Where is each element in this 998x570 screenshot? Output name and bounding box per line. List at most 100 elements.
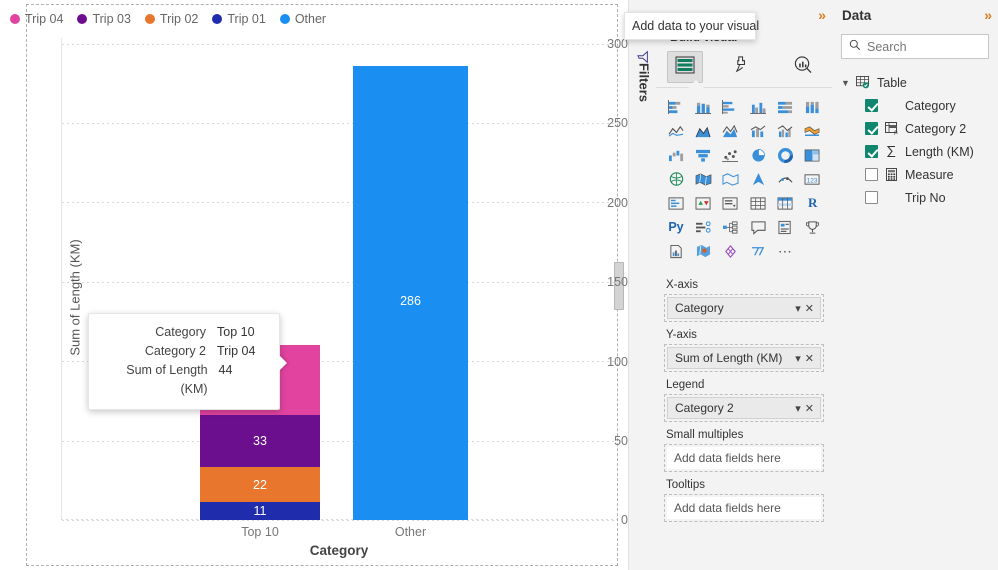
x-axis-line bbox=[61, 519, 617, 520]
azure-map-icon[interactable] bbox=[719, 168, 743, 190]
field-checkbox[interactable] bbox=[865, 122, 878, 135]
bar-segment-trip01[interactable]: 11 bbox=[200, 502, 320, 520]
line-clustered-column-icon[interactable] bbox=[773, 120, 797, 142]
pie-chart-icon[interactable] bbox=[746, 144, 770, 166]
well-label-tooltips: Tooltips bbox=[666, 479, 705, 491]
x-axis-tick-top-10: Top 10 bbox=[241, 525, 279, 539]
bar-segment-other[interactable]: 286 bbox=[353, 66, 468, 520]
paginated-report-icon[interactable] bbox=[664, 240, 688, 262]
stacked-column-chart-icon[interactable] bbox=[691, 96, 715, 118]
field-row-length-km[interactable]: Length (KM) bbox=[841, 140, 998, 163]
field-row-measure[interactable]: Measure bbox=[841, 163, 998, 186]
line-chart-icon[interactable] bbox=[664, 120, 688, 142]
fields-tree: ▼ Table Category fx Category 2 Length (K… bbox=[832, 71, 998, 209]
filters-pane-label: Filters bbox=[636, 62, 652, 102]
card-icon[interactable]: 123 bbox=[801, 168, 825, 190]
arcgis-icon[interactable] bbox=[746, 240, 770, 262]
tab-build-visual[interactable] bbox=[667, 51, 704, 83]
donut-chart-icon[interactable] bbox=[773, 144, 797, 166]
field-chip-label: Category 2 bbox=[675, 401, 734, 415]
well-y-axis[interactable]: Sum of Length (KM) ▾ ✕ bbox=[664, 344, 824, 372]
line-stacked-column-icon[interactable] bbox=[746, 120, 770, 142]
well-x-axis[interactable]: Category ▾ ✕ bbox=[664, 294, 824, 322]
r-script-visual-icon[interactable]: R bbox=[801, 192, 825, 214]
bar-value-label: 11 bbox=[253, 504, 267, 518]
well-small-multiples[interactable]: Add data fields here bbox=[664, 444, 824, 472]
report-canvas[interactable]: Trip 04 Trip 03 Trip 02 Trip 01 Other Su… bbox=[0, 0, 628, 570]
field-chip-category-2[interactable]: Category 2 ▾ ✕ bbox=[667, 397, 821, 419]
calculated-column-icon: fx bbox=[884, 122, 899, 135]
arcgis-map-icon[interactable] bbox=[773, 168, 797, 190]
bar-segment-trip03[interactable]: 33 bbox=[200, 415, 320, 467]
treemap-icon[interactable] bbox=[801, 144, 825, 166]
table-fields-icon bbox=[675, 56, 695, 79]
chevron-double-right-icon[interactable]: » bbox=[818, 7, 826, 23]
remove-field-icon[interactable]: ✕ bbox=[803, 402, 816, 415]
y-axis-tick: 50 bbox=[614, 434, 628, 448]
paintbrush-icon bbox=[734, 55, 753, 79]
chevron-down-icon[interactable]: ▼ bbox=[841, 78, 850, 88]
well-label-y-axis: Y-axis bbox=[666, 329, 697, 341]
chevron-down-icon[interactable]: ▾ bbox=[793, 402, 803, 415]
decomposition-tree-icon[interactable] bbox=[719, 216, 743, 238]
chevron-down-icon[interactable]: ▾ bbox=[793, 352, 803, 365]
remove-field-icon[interactable]: ✕ bbox=[803, 302, 816, 315]
chevron-down-icon[interactable]: ▾ bbox=[793, 302, 803, 315]
tab-format-visual[interactable] bbox=[726, 51, 762, 83]
area-chart-icon[interactable] bbox=[691, 120, 715, 142]
data-search-box[interactable]: Search bbox=[841, 34, 989, 59]
visual-pane-tabs bbox=[656, 47, 832, 88]
shape-map-icon[interactable] bbox=[746, 168, 770, 190]
power-automate-icon[interactable] bbox=[719, 240, 743, 262]
field-row-category-2[interactable]: fx Category 2 bbox=[841, 117, 998, 140]
metrics-icon[interactable] bbox=[801, 216, 825, 238]
power-apps-icon[interactable] bbox=[691, 240, 715, 262]
field-checkbox[interactable] bbox=[865, 145, 878, 158]
waterfall-chart-icon[interactable] bbox=[664, 144, 688, 166]
matrix-icon[interactable] bbox=[773, 192, 797, 214]
funnel-chart-icon[interactable] bbox=[691, 144, 715, 166]
hundred-percent-stacked-bar-icon[interactable] bbox=[773, 96, 797, 118]
field-checkbox[interactable] bbox=[865, 168, 878, 181]
clustered-bar-chart-icon[interactable] bbox=[719, 96, 743, 118]
visualization-type-gallery: 123 R Py ⋯ bbox=[656, 88, 832, 268]
kpi-icon[interactable] bbox=[691, 192, 715, 214]
slicer-icon[interactable] bbox=[719, 192, 743, 214]
calculator-icon bbox=[884, 168, 899, 181]
map-icon[interactable] bbox=[664, 168, 688, 190]
visualizations-pane: ns » Build visual bbox=[656, 0, 833, 570]
field-checkbox[interactable] bbox=[865, 99, 878, 112]
more-options-icon[interactable]: ⋯ bbox=[773, 240, 797, 262]
stacked-area-chart-icon[interactable] bbox=[719, 120, 743, 142]
bar-segment-trip02[interactable]: 22 bbox=[200, 467, 320, 502]
ribbon-chart-icon[interactable] bbox=[801, 120, 825, 142]
field-chip-category[interactable]: Category ▾ ✕ bbox=[667, 297, 821, 319]
hundred-percent-stacked-column-icon[interactable] bbox=[801, 96, 825, 118]
chevron-double-right-icon[interactable]: » bbox=[984, 7, 992, 23]
field-row-category[interactable]: Category bbox=[841, 94, 998, 117]
filters-pane-collapsed[interactable]: Filters bbox=[628, 0, 658, 570]
data-pane-header: Data » bbox=[832, 0, 998, 30]
tab-analytics[interactable] bbox=[785, 51, 821, 83]
smart-narrative-icon[interactable] bbox=[773, 216, 797, 238]
clustered-column-chart-icon[interactable] bbox=[746, 96, 770, 118]
tree-node-table[interactable]: ▼ Table bbox=[841, 71, 998, 94]
field-checkbox[interactable] bbox=[865, 191, 878, 204]
field-label: Category 2 bbox=[905, 121, 967, 136]
well-legend[interactable]: Category 2 ▾ ✕ bbox=[664, 394, 824, 422]
key-influencers-icon[interactable] bbox=[691, 216, 715, 238]
well-tooltips[interactable]: Add data fields here bbox=[664, 494, 824, 522]
scatter-chart-icon[interactable] bbox=[719, 144, 743, 166]
remove-field-icon[interactable]: ✕ bbox=[803, 352, 816, 365]
filled-map-icon[interactable] bbox=[691, 168, 715, 190]
qna-icon[interactable] bbox=[746, 216, 770, 238]
field-chip-label: Sum of Length (KM) bbox=[675, 351, 783, 365]
stacked-bar-chart-icon[interactable] bbox=[664, 96, 688, 118]
tooltip-value: 44 bbox=[218, 363, 233, 377]
field-chip-sum-of-length[interactable]: Sum of Length (KM) ▾ ✕ bbox=[667, 347, 821, 369]
field-row-trip-no[interactable]: Trip No bbox=[841, 186, 998, 209]
plot-area: Sum of Length (KM) 300 250 200 150 100 5… bbox=[0, 0, 628, 570]
python-visual-icon[interactable]: Py bbox=[664, 216, 688, 238]
table-icon[interactable] bbox=[746, 192, 770, 214]
multi-row-card-icon[interactable] bbox=[664, 192, 688, 214]
